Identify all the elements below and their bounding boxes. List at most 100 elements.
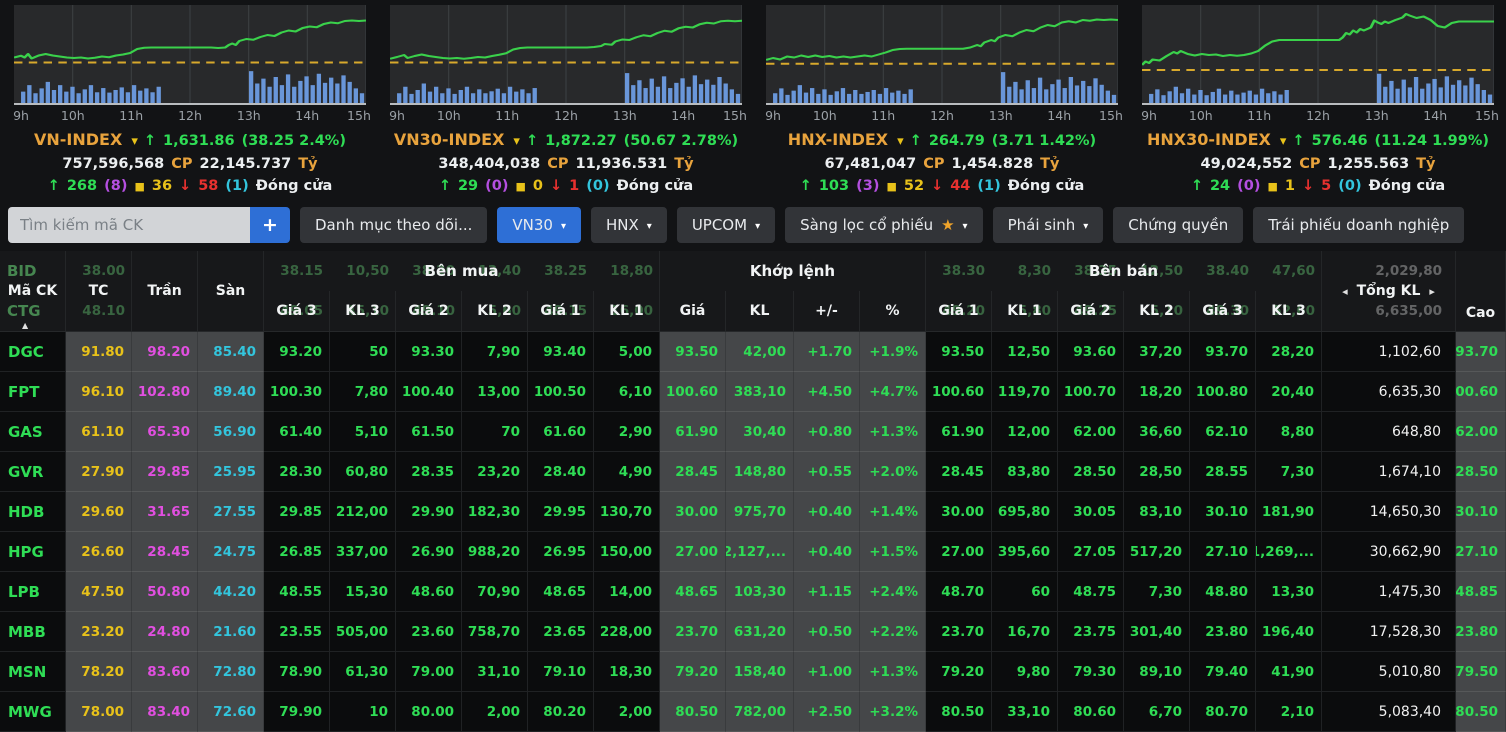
cell-symbol[interactable]: LPB (0, 572, 66, 612)
cell-ref-price[interactable]: 61.10 (66, 412, 132, 452)
cell-change[interactable]: +1.15 (794, 572, 860, 612)
cell-matched-volume[interactable]: 782,00 (726, 692, 794, 732)
cell-ask-price[interactable]: 28.55 (1190, 452, 1256, 492)
cell-ask-price[interactable]: 30.00 (926, 492, 992, 532)
cell-ask-price[interactable]: 80.70 (1190, 692, 1256, 732)
cell-bid-volume[interactable]: 2,00 (462, 692, 528, 732)
chevron-down-icon[interactable]: ▾ (131, 134, 138, 149)
tab-vn30[interactable]: VN30 ▾ (497, 207, 581, 243)
cell-floor-price[interactable]: 25.95 (198, 452, 264, 492)
prev-columns-icon[interactable]: ◂ (1333, 285, 1357, 298)
cell-ask-volume[interactable]: 36,60 (1124, 412, 1190, 452)
cell-ask-price[interactable]: 100.70 (1058, 372, 1124, 412)
cell-bid-price[interactable]: 26.95 (528, 532, 594, 572)
cell-bid-price[interactable]: 29.90 (396, 492, 462, 532)
cell-matched-price[interactable]: 48.65 (660, 572, 726, 612)
cell-change-percent[interactable]: +2.0% (860, 452, 926, 492)
cell-bid-price[interactable]: 61.60 (528, 412, 594, 452)
cell-symbol[interactable]: HPG (0, 532, 66, 572)
cell-floor-price[interactable]: 21.60 (198, 612, 264, 652)
cell-ask-price[interactable]: 23.70 (926, 612, 992, 652)
cell-ceiling-price[interactable]: 83.60 (132, 652, 198, 692)
cell-ask-volume[interactable]: 16,70 (992, 612, 1058, 652)
cell-bid-volume[interactable]: 15,30 (330, 572, 396, 612)
cell-ask-price[interactable]: 27.05 (1058, 532, 1124, 572)
cell-floor-price[interactable]: 72.80 (198, 652, 264, 692)
cell-change-percent[interactable]: +1.3% (860, 652, 926, 692)
cell-matched-volume[interactable]: 30,40 (726, 412, 794, 452)
cell-bid-volume[interactable]: 13,00 (462, 372, 528, 412)
cell-bid-price[interactable]: 80.20 (528, 692, 594, 732)
index-name[interactable]: HNX30-INDEX (1147, 130, 1271, 149)
cell-ask-price[interactable]: 80.50 (926, 692, 992, 732)
cell-ask-price[interactable]: 61.90 (926, 412, 992, 452)
cell-floor-price[interactable]: 89.40 (198, 372, 264, 412)
cell-change-percent[interactable]: +1.4% (860, 492, 926, 532)
cell-bid-price[interactable]: 29.95 (528, 492, 594, 532)
cell-bid-price[interactable]: 28.40 (528, 452, 594, 492)
stock-screener-button[interactable]: Sàng lọc cổ phiếu ★ ▾ (785, 207, 982, 243)
cell-ask-volume[interactable]: 395,60 (992, 532, 1058, 572)
cell-bid-volume[interactable]: 6,10 (594, 372, 660, 412)
cell-ceiling-price[interactable]: 24.80 (132, 612, 198, 652)
cell-ask-price[interactable]: 27.10 (1190, 532, 1256, 572)
cell-symbol[interactable]: HDB (0, 492, 66, 532)
cell-ask-price[interactable]: 93.70 (1190, 332, 1256, 372)
cell-ask-volume[interactable]: 181,90 (1256, 492, 1322, 532)
cell-bid-price[interactable]: 29.85 (264, 492, 330, 532)
cell-ask-price[interactable]: 30.10 (1190, 492, 1256, 532)
cell-ask-volume[interactable]: 89,10 (1124, 652, 1190, 692)
cell-matched-price[interactable]: 23.70 (660, 612, 726, 652)
cell-ref-price[interactable]: 29.60 (66, 492, 132, 532)
cell-bid-volume[interactable]: 988,20 (462, 532, 528, 572)
cell-matched-volume[interactable]: 103,30 (726, 572, 794, 612)
cell-bid-volume[interactable]: 70,90 (462, 572, 528, 612)
cell-change-percent[interactable]: +3.2% (860, 692, 926, 732)
cell-bid-volume[interactable]: 212,00 (330, 492, 396, 532)
next-columns-icon[interactable]: ▸ (1420, 285, 1444, 298)
cell-floor-price[interactable]: 85.40 (198, 332, 264, 372)
cell-change[interactable]: +0.55 (794, 452, 860, 492)
cell-ask-volume[interactable]: 13,30 (1256, 572, 1322, 612)
cell-floor-price[interactable]: 27.55 (198, 492, 264, 532)
cell-ask-volume[interactable]: 60 (992, 572, 1058, 612)
cell-ask-volume[interactable]: 83,80 (992, 452, 1058, 492)
cell-ask-volume[interactable]: 9,80 (992, 652, 1058, 692)
cell-bid-volume[interactable]: 23,20 (462, 452, 528, 492)
cell-symbol[interactable]: DGC (0, 332, 66, 372)
cell-symbol[interactable]: GVR (0, 452, 66, 492)
cell-matched-price[interactable]: 28.45 (660, 452, 726, 492)
cell-ceiling-price[interactable]: 98.20 (132, 332, 198, 372)
watchlist-button[interactable]: Danh mục theo dõi... (300, 207, 487, 243)
cell-bid-price[interactable]: 48.65 (528, 572, 594, 612)
cell-matched-volume[interactable]: 42,00 (726, 332, 794, 372)
cell-ask-price[interactable]: 28.45 (926, 452, 992, 492)
cell-bid-volume[interactable]: 18,30 (594, 652, 660, 692)
cell-ceiling-price[interactable]: 29.85 (132, 452, 198, 492)
cell-ceiling-price[interactable]: 28.45 (132, 532, 198, 572)
cell-ask-volume[interactable]: 6,70 (1124, 692, 1190, 732)
cell-bid-volume[interactable]: 4,90 (594, 452, 660, 492)
derivatives-button[interactable]: Phái sinh ▾ (993, 207, 1104, 243)
cell-change[interactable]: +0.50 (794, 612, 860, 652)
cell-ask-volume[interactable]: 37,20 (1124, 332, 1190, 372)
cell-matched-volume[interactable]: 148,80 (726, 452, 794, 492)
cell-bid-volume[interactable]: 337,00 (330, 532, 396, 572)
cell-bid-price[interactable]: 100.40 (396, 372, 462, 412)
cell-bid-price[interactable]: 100.50 (528, 372, 594, 412)
cell-ref-price[interactable]: 27.90 (66, 452, 132, 492)
cell-symbol[interactable]: MWG (0, 692, 66, 732)
cell-ask-volume[interactable]: 695,80 (992, 492, 1058, 532)
cell-ask-price[interactable]: 48.70 (926, 572, 992, 612)
cell-change-percent[interactable]: +2.2% (860, 612, 926, 652)
cell-ask-volume[interactable]: 2,10 (1256, 692, 1322, 732)
cell-matched-price[interactable]: 100.60 (660, 372, 726, 412)
cell-bid-volume[interactable]: 60,80 (330, 452, 396, 492)
cell-bid-volume[interactable]: 2,00 (594, 692, 660, 732)
cell-bid-volume[interactable]: 10 (330, 692, 396, 732)
cell-ask-price[interactable]: 79.30 (1058, 652, 1124, 692)
cell-ask-price[interactable]: 79.20 (926, 652, 992, 692)
cell-ask-volume[interactable]: 41,90 (1256, 652, 1322, 692)
cell-bid-volume[interactable]: 70 (462, 412, 528, 452)
cell-matched-price[interactable]: 30.00 (660, 492, 726, 532)
